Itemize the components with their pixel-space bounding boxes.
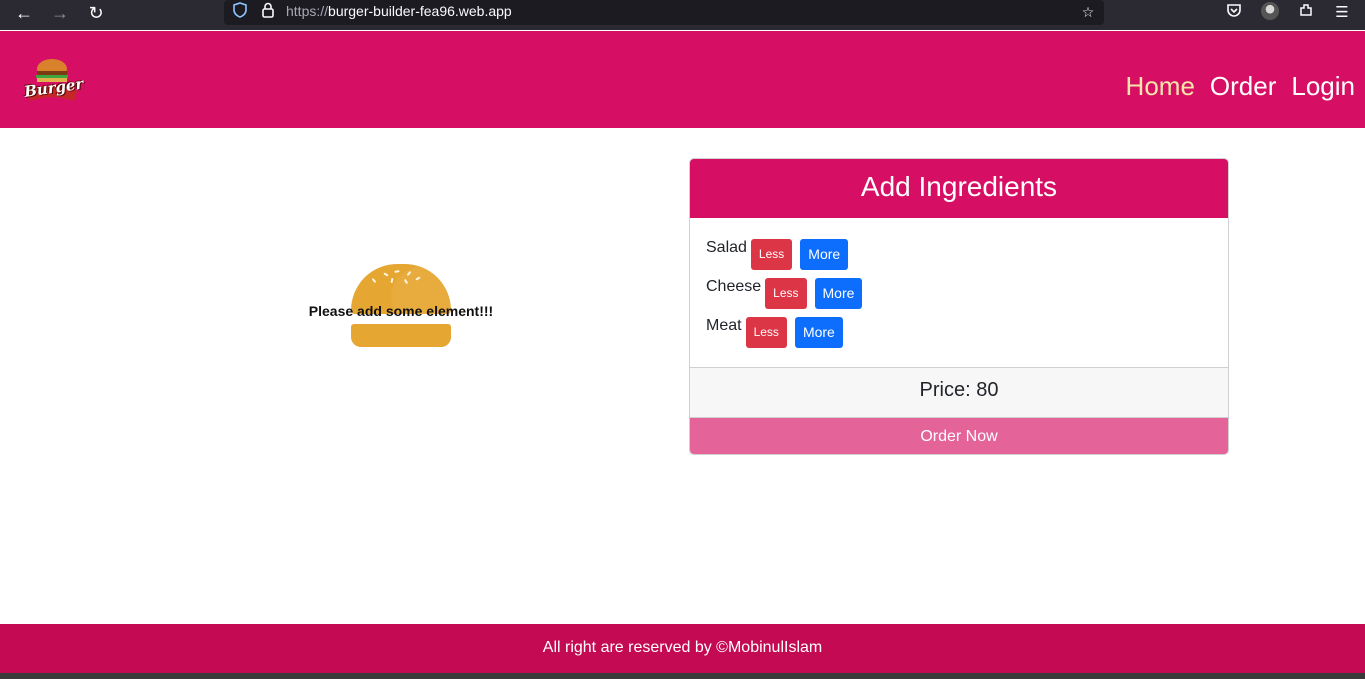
taskbar-strip [0, 673, 1365, 679]
order-now-button[interactable]: Order Now [690, 417, 1228, 454]
cheese-less-button[interactable]: Less [765, 278, 807, 309]
ingredient-row-cheese: Cheese Less More [706, 278, 863, 309]
burger-logo[interactable]: Burger [22, 57, 84, 111]
site-footer: All right are reserved by ©MobinulIslam [0, 624, 1365, 673]
forward-icon[interactable]: → [48, 2, 72, 26]
card-title: Add Ingredients [690, 159, 1228, 218]
ingredient-label: Salad [706, 239, 747, 256]
url-text[interactable]: https://burger-builder-fea96.web.app [286, 3, 512, 19]
menu-icon[interactable]: ☰ [1331, 2, 1353, 24]
site-header: Burger Home Order Login [0, 31, 1365, 128]
cheese-more-button[interactable]: More [814, 278, 863, 309]
salad-more-button[interactable]: More [800, 239, 849, 270]
back-icon[interactable]: ← [12, 2, 36, 26]
empty-burger-message: Please add some element!!! [308, 303, 494, 319]
ingredients-card: Add Ingredients Salad Less More Cheese L… [689, 158, 1229, 455]
ingredient-label: Cheese [706, 278, 762, 295]
ingredient-label: Meat [706, 317, 742, 334]
meat-more-button[interactable]: More [794, 317, 843, 348]
reload-icon[interactable]: ↻ [84, 2, 108, 26]
pocket-icon[interactable] [1223, 2, 1245, 24]
lock-icon[interactable] [258, 2, 278, 22]
price-display: Price: 80 [690, 367, 1228, 417]
nav-login[interactable]: Login [1291, 70, 1355, 102]
ingredient-row-meat: Meat Less More [706, 317, 843, 348]
star-icon[interactable]: ☆ [1078, 2, 1098, 22]
main-nav: Home Order Login [1126, 70, 1355, 102]
account-avatar[interactable] [1261, 2, 1279, 20]
shield-icon[interactable] [230, 2, 250, 22]
ingredient-row-salad: Salad Less More [706, 239, 849, 270]
extensions-icon[interactable] [1295, 2, 1317, 24]
burger-preview: Please add some element!!! [300, 262, 510, 352]
nav-order[interactable]: Order [1210, 70, 1276, 102]
footer-text: All right are reserved by ©MobinulIslam [542, 639, 823, 656]
nav-home[interactable]: Home [1126, 70, 1195, 102]
meat-less-button[interactable]: Less [745, 317, 787, 348]
bun-bottom [351, 324, 451, 347]
browser-toolbar: ← → ↻ https://burger-builder-fea96.web.a… [0, 0, 1365, 30]
address-bar[interactable]: https://burger-builder-fea96.web.app ☆ [224, 0, 1104, 25]
salad-less-button[interactable]: Less [750, 239, 793, 270]
